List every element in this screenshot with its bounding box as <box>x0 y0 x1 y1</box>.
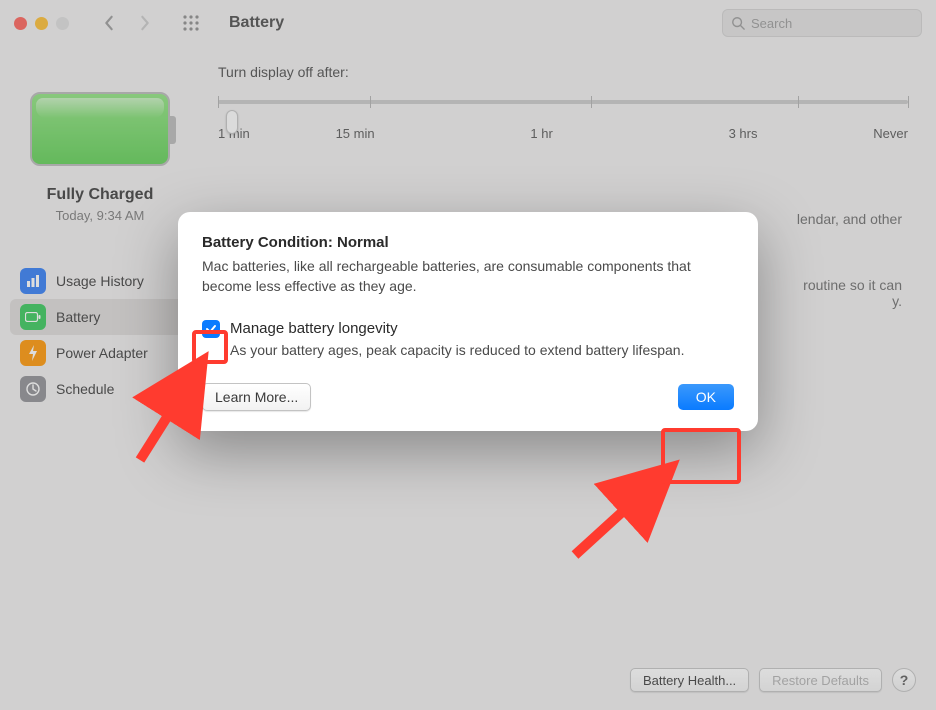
manage-longevity-desc: As your battery ages, peak capacity is r… <box>230 341 734 361</box>
battery-prefs-window: Battery Search Fully Charged Today, 9:34… <box>0 0 936 710</box>
ok-button[interactable]: OK <box>678 384 734 410</box>
dialog-description: Mac batteries, like all rechargeable bat… <box>202 257 734 296</box>
checkmark-icon <box>205 323 217 335</box>
dialog-title: Battery Condition: Normal <box>202 234 734 251</box>
learn-more-button[interactable]: Learn More... <box>202 383 311 411</box>
battery-condition-dialog: Battery Condition: Normal Mac batteries,… <box>178 212 758 431</box>
manage-longevity-checkbox[interactable] <box>202 320 220 338</box>
manage-longevity-label: Manage battery longevity <box>230 320 734 337</box>
